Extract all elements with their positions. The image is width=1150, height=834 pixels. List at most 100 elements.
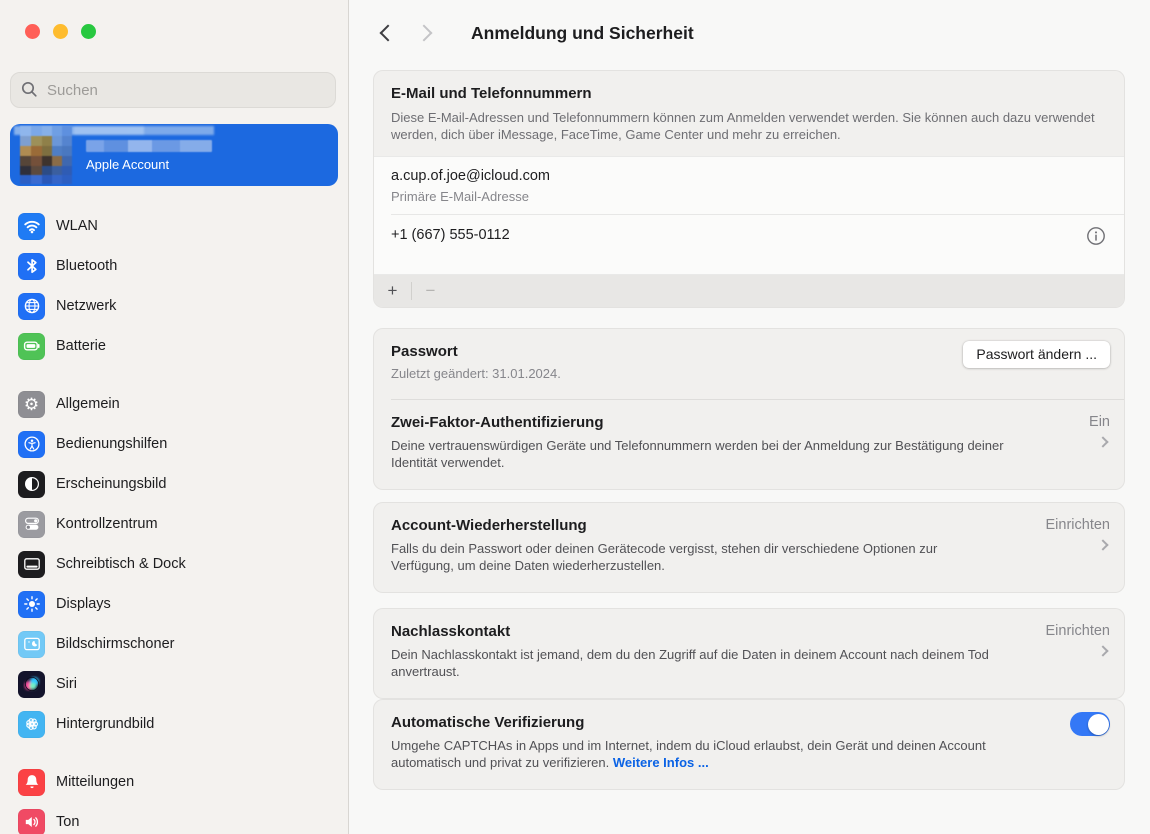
email-subtitle: Primäre E-Mail-Adresse (391, 189, 1107, 204)
password-row: Passwort Zuletzt geändert: 31.01.2024. P… (374, 329, 1124, 399)
sidebar-item-hintergrundbild[interactable]: Hintergrundbild (10, 704, 338, 744)
sidebar-item-schreibtisch-dock[interactable]: Schreibtisch & Dock (10, 544, 338, 584)
sidebar-item-label: Batterie (56, 338, 106, 354)
automatic-verification-toggle[interactable] (1070, 712, 1110, 736)
email-card-title: E-Mail und Telefonnummern (391, 85, 1107, 102)
sidebar-item-label: Displays (56, 596, 111, 612)
settings-pane: Anmeldung und Sicherheit E-Mail und Tele… (349, 0, 1150, 834)
wifi-icon (18, 213, 45, 240)
card-email-phone: E-Mail und Telefonnummern Diese E-Mail-A… (373, 70, 1125, 308)
sidebar-item-label: Hintergrundbild (56, 716, 154, 732)
sidebar-item-label: WLAN (56, 218, 98, 234)
sidebar-item-displays[interactable]: Displays (10, 584, 338, 624)
sidebar-item-bluetooth[interactable]: Bluetooth (10, 246, 338, 286)
sidebar-item-label: Siri (56, 676, 77, 692)
forward-button[interactable] (413, 20, 439, 46)
accessibility-icon (18, 431, 45, 458)
email-address: a.cup.of.joe@icloud.com (391, 168, 1107, 184)
close-button[interactable] (25, 24, 40, 39)
card-legacy-contact: Nachlasskontakt Dein Nachlasskontakt ist… (373, 608, 1125, 699)
password-last-changed: Zuletzt geändert: 31.01.2024. (391, 366, 1107, 381)
card-password-security: Passwort Zuletzt geändert: 31.01.2024. P… (373, 328, 1125, 490)
chevron-right-icon (1097, 539, 1108, 550)
back-button[interactable] (373, 20, 399, 46)
chevron-left-icon (380, 25, 397, 42)
search-input[interactable] (10, 72, 336, 108)
sidebar-item-label: Bildschirmschoner (56, 636, 174, 652)
sidebar-item-label: Kontrollzentrum (56, 516, 158, 532)
email-card-description: Diese E-Mail-Adressen und Telefonnummern… (391, 109, 1101, 143)
bell-icon (18, 769, 45, 796)
sidebar-item-kontrollzentrum[interactable]: Kontrollzentrum (10, 504, 338, 544)
two-factor-description: Deine vertrauenswürdigen Geräte und Tele… (391, 437, 1041, 471)
zoom-button[interactable] (81, 24, 96, 39)
two-factor-row[interactable]: Zwei-Faktor-Authentifizierung Deine vert… (374, 400, 1124, 489)
list-edit-bar: + − (374, 275, 1124, 307)
sidebar-item-label: Erscheinungsbild (56, 476, 166, 492)
screensaver-icon (18, 631, 45, 658)
email-card-header: E-Mail und Telefonnummern Diese E-Mail-A… (374, 71, 1124, 156)
chevron-right-icon (1097, 436, 1108, 447)
sidebar-item-bildschirmschoner[interactable]: Bildschirmschoner (10, 624, 338, 664)
page-header: Anmeldung und Sicherheit (373, 18, 1125, 48)
email-row[interactable]: a.cup.of.joe@icloud.com Primäre E-Mail-A… (374, 157, 1124, 214)
phone-number: +1 (667) 555-0112 (391, 227, 510, 243)
redacted-name-blur (86, 140, 212, 152)
sidebar-item-wlan[interactable]: WLAN (10, 206, 338, 246)
sidebar-item-batterie[interactable]: Batterie (10, 326, 338, 366)
sidebar-group: WLAN Bluetooth Netzwerk Batterie (10, 206, 338, 366)
automatic-verification-description: Umgehe CAPTCHAs in Apps und im Internet,… (391, 737, 1051, 771)
row-title: Nachlasskontakt (391, 623, 1107, 640)
remove-button[interactable]: − (412, 275, 449, 307)
phone-row[interactable]: +1 (667) 555-0112 (374, 215, 1124, 274)
two-factor-title: Zwei-Faktor-Authentifizierung (391, 414, 1107, 431)
automatic-verification-row: Automatische Verifizierung Umgehe CAPTCH… (374, 700, 1124, 789)
wallpaper-icon (18, 711, 45, 738)
sidebar-item-label: Netzwerk (56, 298, 116, 314)
sidebar-item-label: Schreibtisch & Dock (56, 556, 186, 572)
apple-account-label: Apple Account (86, 157, 212, 172)
speaker-icon (18, 809, 45, 834)
sidebar-item-mitteilungen[interactable]: Mitteilungen (10, 762, 338, 802)
siri-icon (18, 671, 45, 698)
gear-icon: ⚙ (18, 391, 45, 418)
add-button[interactable]: + (374, 275, 411, 307)
learn-more-link[interactable]: Weitere Infos ... (613, 755, 709, 770)
sidebar-item-apple-account[interactable]: Apple Account (10, 124, 338, 186)
sidebar-item-bedienungshilfen[interactable]: Bedienungshilfen (10, 424, 338, 464)
sidebar-group: ⚙Allgemein Bedienungshilfen Erscheinungsbi… (10, 384, 338, 744)
chevron-right-icon (1097, 645, 1108, 656)
battery-icon (18, 333, 45, 360)
row-value: Einrichten (1046, 623, 1110, 639)
sidebar-item-label: Bluetooth (56, 258, 117, 274)
automatic-verification-title: Automatische Verifizierung (391, 714, 1107, 731)
sidebar-item-siri[interactable]: Siri (10, 664, 338, 704)
toggles-icon (18, 511, 45, 538)
sidebar-item-label: Ton (56, 814, 79, 830)
bluetooth-icon (18, 253, 45, 280)
sidebar-item-allgemein[interactable]: ⚙Allgemein (10, 384, 338, 424)
chevron-right-icon (416, 25, 433, 42)
card-account-recovery: Account-Wiederherstellung Falls du dein … (373, 502, 1125, 593)
setting-row[interactable]: Nachlasskontakt Dein Nachlasskontakt ist… (374, 609, 1124, 698)
sidebar-item-erscheinungsbild[interactable]: Erscheinungsbild (10, 464, 338, 504)
row-title: Account-Wiederherstellung (391, 517, 1107, 534)
search-icon (19, 79, 40, 100)
globe-icon (18, 293, 45, 320)
sidebar-item-netzwerk[interactable]: Netzwerk (10, 286, 338, 326)
sidebar-item-label: Bedienungshilfen (56, 436, 167, 452)
info-icon[interactable] (1085, 225, 1107, 247)
appearance-icon (18, 471, 45, 498)
sidebar: Apple Account WLAN Bluetooth Netzwerk Batte… (0, 0, 349, 834)
sidebar-item-ton[interactable]: Ton (10, 802, 338, 834)
page-title: Anmeldung und Sicherheit (471, 23, 694, 44)
detail-cards: Account-Wiederherstellung Falls du dein … (373, 502, 1125, 699)
row-value: Einrichten (1046, 517, 1110, 533)
setting-row[interactable]: Account-Wiederherstellung Falls du dein … (374, 503, 1124, 592)
toggle-knob (1088, 714, 1109, 735)
minimize-button[interactable] (53, 24, 68, 39)
card-automatic-verification: Automatische Verifizierung Umgehe CAPTCH… (373, 699, 1125, 790)
change-password-button[interactable]: Passwort ändern ... (963, 341, 1110, 368)
window-controls (0, 0, 348, 39)
row-description: Falls du dein Passwort oder deinen Gerät… (391, 540, 991, 574)
